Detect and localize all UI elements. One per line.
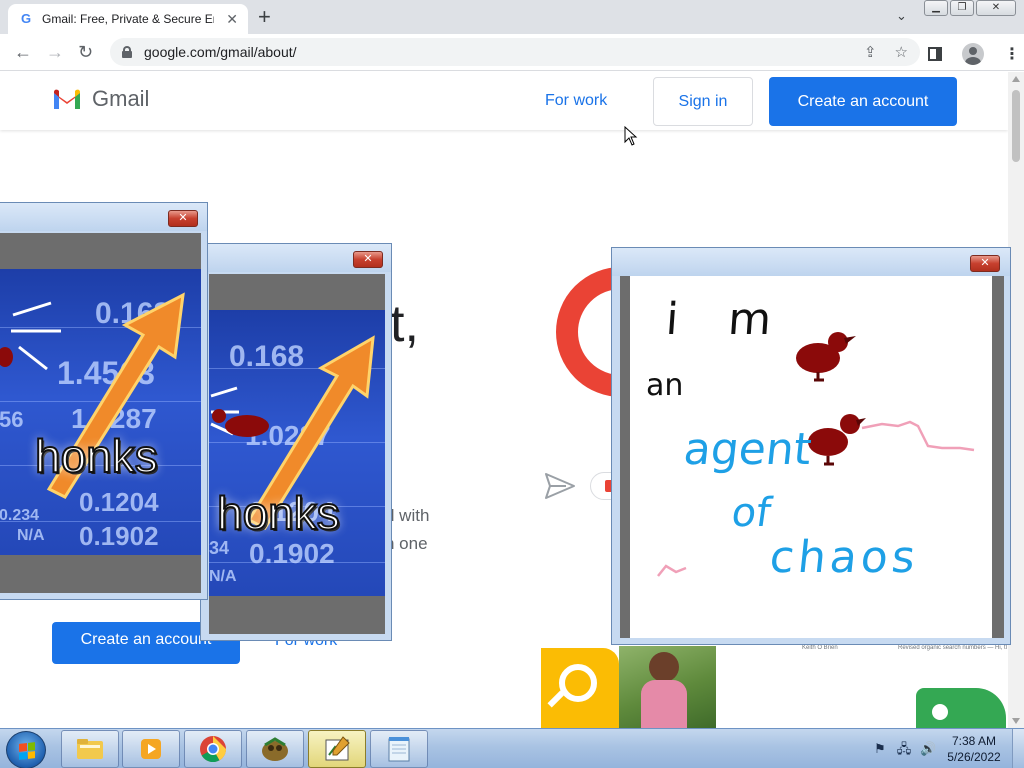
search-magnifier-icon xyxy=(541,648,619,728)
drawing-canvas: i m an agent of chaos xyxy=(630,276,992,638)
drawing-text-line: i m xyxy=(664,294,791,345)
popup-client-area: 0.168 1.4563 1.0287 56 0.1204 0.1902 0.2… xyxy=(0,233,201,593)
green-tag-illustration xyxy=(916,688,1006,728)
goose-icon xyxy=(796,332,856,382)
clock-date: 5/26/2022 xyxy=(947,750,1001,764)
popup-close-button[interactable]: ✕ xyxy=(970,255,1000,272)
mockup-snippet: Revised organic search numbers — Hi, tl xyxy=(898,645,1008,651)
meme-number: N/A xyxy=(209,568,237,585)
goose-icon xyxy=(210,386,269,437)
goose-icon xyxy=(808,414,866,466)
popup-titlebar[interactable] xyxy=(612,248,1010,276)
browser-toolbar: ← → ↻ google.com/gmail/about/ ⇪ ☆ ⋮ xyxy=(0,34,1024,71)
action-center-flag-icon[interactable]: ⚑ xyxy=(872,741,888,757)
scroll-down-arrow-icon[interactable] xyxy=(1012,718,1020,724)
drawing-text-line: of xyxy=(728,490,774,536)
child-photo xyxy=(619,646,716,728)
taskbar-chrome-button[interactable] xyxy=(184,730,242,768)
meme-popup-window[interactable]: ✕ 0.168 1.0287 0.1204 0.1902 34 N/A honk… xyxy=(200,243,392,641)
volume-icon[interactable]: 🔊 xyxy=(920,741,936,757)
meme-number: N/A xyxy=(17,527,45,544)
meme-caption: honks xyxy=(216,486,341,540)
scroll-thumb[interactable] xyxy=(1012,90,1020,162)
drawing-popup-window[interactable]: ✕ i m an agent of chaos xyxy=(611,247,1011,645)
notepad-icon xyxy=(388,737,410,762)
meme-number: 0.1902 xyxy=(249,538,335,569)
create-account-button[interactable]: Create an account xyxy=(769,77,957,126)
window-close-button[interactable]: ✕ xyxy=(976,0,1016,16)
stonks-meme-image: 0.168 1.0287 0.1204 0.1902 34 N/A honks xyxy=(209,310,385,596)
google-favicon-icon: G xyxy=(20,11,32,26)
side-panel-icon[interactable] xyxy=(928,47,942,61)
taskbar-clock[interactable]: 7:38 AM 5/26/2022 xyxy=(944,733,1004,765)
tab-search-icon[interactable]: ⌄ xyxy=(896,8,907,24)
windows-taskbar: ⚑ 🖧 🔊 7:38 AM 5/26/2022 xyxy=(0,728,1024,768)
tab-title: Gmail: Free, Private & Secure Email xyxy=(42,12,214,26)
clock-time: 7:38 AM xyxy=(951,734,997,748)
folder-icon xyxy=(77,739,103,759)
back-button[interactable]: ← xyxy=(14,42,32,62)
scroll-up-arrow-icon[interactable] xyxy=(1012,76,1020,82)
browser-tab-strip: G Gmail: Free, Private & Secure Email ✕ … xyxy=(0,0,1024,34)
media-player-icon xyxy=(141,739,161,759)
drawing-text-line: agent xyxy=(681,424,814,475)
meme-number: 0.234 xyxy=(0,507,40,524)
browser-tab[interactable]: G Gmail: Free, Private & Secure Email ✕ xyxy=(8,4,248,34)
mockup-sender: Keith O Brien xyxy=(802,645,838,651)
game-icon xyxy=(262,737,288,761)
hero-heading-fragment: t, xyxy=(390,295,419,353)
show-desktop-button[interactable] xyxy=(1012,729,1024,768)
network-icon[interactable]: 🖧 xyxy=(896,741,912,757)
chrome-menu-icon[interactable]: ⋮ xyxy=(1004,44,1020,64)
start-button[interactable] xyxy=(6,731,46,768)
forward-button[interactable]: → xyxy=(46,42,64,62)
gmail-header: Gmail For work Sign in Create an account xyxy=(0,72,1008,130)
meme-number: 34 xyxy=(209,538,230,558)
meme-popup-window[interactable]: ✕ 0.168 1.4563 1.0287 56 0.1204 0.1902 0… xyxy=(0,202,208,600)
send-icon xyxy=(545,473,575,499)
tab-close-icon[interactable]: ✕ xyxy=(226,11,238,28)
meme-number: 56 xyxy=(0,407,24,432)
taskbar-game-button[interactable] xyxy=(246,730,304,768)
new-tab-button[interactable]: + xyxy=(258,6,271,28)
chrome-icon xyxy=(200,736,227,763)
for-work-link[interactable]: For work xyxy=(545,92,607,110)
profile-avatar[interactable] xyxy=(962,43,984,65)
bookmark-star-icon[interactable]: ☆ xyxy=(895,43,908,61)
popup-close-button[interactable]: ✕ xyxy=(168,210,198,227)
lock-icon[interactable] xyxy=(122,46,132,58)
paint-editor-icon xyxy=(325,736,350,761)
gmail-logo[interactable]: Gmail xyxy=(52,86,149,112)
popup-close-button[interactable]: ✕ xyxy=(353,251,383,268)
drawing-text-line: an xyxy=(646,368,684,403)
sign-in-button[interactable]: Sign in xyxy=(653,77,753,126)
reload-button[interactable]: ↻ xyxy=(78,42,93,62)
meme-caption: honks xyxy=(34,429,159,483)
stonks-meme-image: 0.168 1.4563 1.0287 56 0.1204 0.1902 0.2… xyxy=(0,269,201,555)
meme-number: 0.1902 xyxy=(79,521,159,551)
taskbar-notepad-button[interactable] xyxy=(370,730,428,768)
popup-client-area: 0.168 1.0287 0.1204 0.1902 34 N/A honks xyxy=(209,274,385,634)
popup-client-area: i m an agent of chaos xyxy=(620,276,1004,638)
url-text[interactable]: google.com/gmail/about/ xyxy=(144,44,297,60)
address-bar[interactable]: google.com/gmail/about/ ⇪ ☆ xyxy=(110,38,920,66)
taskbar-explorer-button[interactable] xyxy=(61,730,119,768)
restore-button[interactable]: ❐ xyxy=(950,0,974,16)
taskbar-paint-editor-button[interactable] xyxy=(308,730,366,768)
windows-logo-icon xyxy=(19,742,35,760)
goose-icon xyxy=(0,301,61,371)
mouse-cursor-icon xyxy=(624,126,638,146)
share-icon[interactable]: ⇪ xyxy=(864,43,877,61)
gmail-wordmark: Gmail xyxy=(92,86,150,111)
gmail-m-icon xyxy=(54,89,80,109)
taskbar-media-player-button[interactable] xyxy=(122,730,180,768)
window-controls: ▁ ❐ ✕ xyxy=(924,0,1016,16)
drawing-text-line: chaos xyxy=(767,532,922,583)
minimize-button[interactable]: ▁ xyxy=(924,0,948,16)
